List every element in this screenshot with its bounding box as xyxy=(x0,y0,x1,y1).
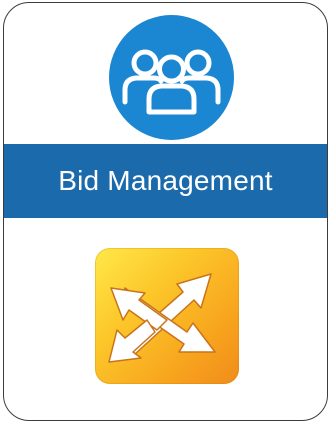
people-group-icon xyxy=(109,15,234,140)
cross-arrows-icon[interactable] xyxy=(95,248,239,384)
title-banner: Bid Management xyxy=(4,144,327,218)
banner-title: Bid Management xyxy=(58,165,273,196)
bid-management-card[interactable]: Bid Management xyxy=(3,2,328,421)
